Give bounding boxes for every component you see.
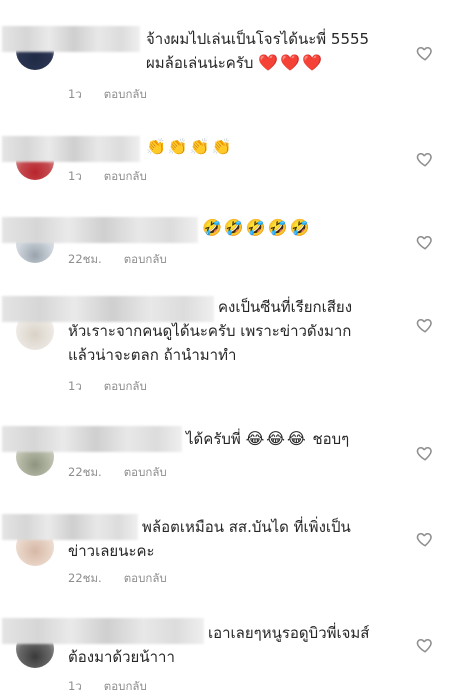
username-redacted[interactable] [2, 426, 182, 452]
like-heart-icon[interactable] [416, 316, 434, 334]
comment-text: คงเป็นซีนที่เรียกเสียง [218, 298, 353, 316]
comment-text: แล้วน่าจะตลก ถ้านำมาทำ [68, 346, 237, 364]
comment-meta: 22ชม. ตอบกลับ [68, 464, 167, 482]
timestamp: 1ว [68, 379, 82, 393]
like-heart-icon[interactable] [416, 444, 434, 462]
comment-item: จ้างผมไปเล่นเป็นโจรได้นะพี่ 5555 ผมล้อเล… [0, 0, 460, 110]
comment-text: หัวเราะจากคนดูได้นะครับ เพราะข่าวดังมาก [68, 322, 352, 340]
comment-text: ได้ครับพี่ 😂😂😂 ชอบๆ [186, 429, 350, 448]
username-redacted[interactable] [2, 136, 140, 162]
laughing-emoji: 😂😂😂 [245, 429, 308, 448]
comment-meta: 1ว ตอบกลับ [68, 86, 147, 104]
reply-button[interactable]: ตอบกลับ [104, 379, 147, 393]
timestamp: 22ชม. [68, 465, 102, 479]
reply-button[interactable]: ตอบกลับ [104, 679, 147, 693]
timestamp: 22ชม. [68, 252, 102, 266]
timestamp: 1ว [68, 679, 82, 693]
like-heart-icon[interactable] [416, 530, 434, 548]
comment-text: 🤣🤣🤣🤣🤣 [202, 218, 312, 237]
reply-button[interactable]: ตอบกลับ [104, 169, 147, 183]
comment-text: ผมล้อเล่นน่ะครับ ❤️❤️❤️ [146, 53, 324, 72]
comment-text: ข่าวเลยนะคะ [68, 542, 155, 560]
comment-item: พล้อตเหมือน สส.บันได ที่เพิ่งเป็น ข่าวเล… [0, 508, 460, 588]
comment-meta: 1ว ตอบกลับ [68, 378, 147, 396]
timestamp: 22ชม. [68, 571, 102, 585]
comment-item: 👏👏👏👏 1ว ตอบกลับ [0, 120, 460, 200]
comment-text: ต้องมาด้วยน้าาา [68, 648, 175, 666]
like-heart-icon[interactable] [416, 636, 434, 654]
like-heart-icon[interactable] [416, 44, 434, 62]
like-heart-icon[interactable] [416, 150, 434, 168]
comment-text: 👏👏👏👏 [146, 137, 234, 156]
comment-text: จ้างผมไปเล่นเป็นโจรได้นะพี่ 5555 [146, 30, 370, 48]
comment-meta: 1ว ตอบกลับ [68, 678, 147, 696]
comment-item: ได้ครับพี่ 😂😂😂 ชอบๆ 22ชม. ตอบกลับ [0, 418, 460, 498]
reply-button[interactable]: ตอบกลับ [104, 87, 147, 101]
heart-emoji: ❤️❤️❤️ [258, 53, 324, 72]
comment-item: 🤣🤣🤣🤣🤣 22ชม. ตอบกลับ [0, 205, 460, 285]
comment-item: เอาเลยๆหนูรอดูบิวพี่เจมส์ ต้องมาด้วยน้าา… [0, 612, 460, 696]
reply-button[interactable]: ตอบกลับ [124, 465, 167, 479]
comment-text: พล้อตเหมือน สส.บันได ที่เพิ่งเป็น [142, 518, 351, 536]
timestamp: 1ว [68, 87, 82, 101]
username-redacted[interactable] [2, 296, 214, 322]
username-redacted[interactable] [2, 26, 140, 52]
timestamp: 1ว [68, 169, 82, 183]
like-heart-icon[interactable] [416, 233, 434, 251]
comment-meta: 22ชม. ตอบกลับ [68, 251, 167, 269]
comment-meta: 22ชม. ตอบกลับ [68, 570, 167, 588]
username-redacted[interactable] [2, 618, 204, 644]
reply-button[interactable]: ตอบกลับ [124, 252, 167, 266]
username-redacted[interactable] [2, 514, 138, 540]
comment-meta: 1ว ตอบกลับ [68, 168, 147, 186]
comment-item: คงเป็นซีนที่เรียกเสียง หัวเราะจากคนดูได้… [0, 290, 460, 400]
comment-text: เอาเลยๆหนูรอดูบิวพี่เจมส์ [208, 624, 370, 642]
reply-button[interactable]: ตอบกลับ [124, 571, 167, 585]
username-redacted[interactable] [2, 217, 198, 243]
